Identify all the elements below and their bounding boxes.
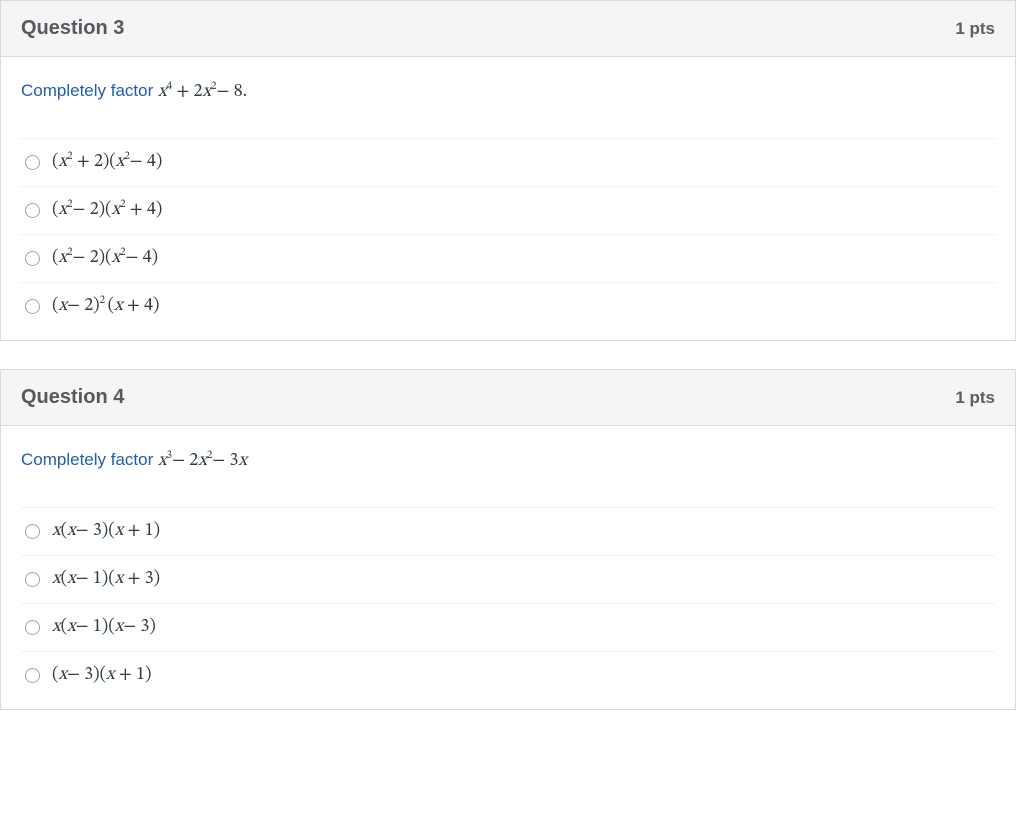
radio-button[interactable]	[25, 668, 40, 683]
question-title: Question 3	[21, 17, 124, 40]
radio-button[interactable]	[25, 299, 40, 314]
question-title: Question 4	[21, 386, 124, 409]
answer-option[interactable]: (x2− 2)(x2 + 4)	[21, 187, 995, 235]
radio-button[interactable]	[25, 524, 40, 539]
answer-option[interactable]: x(x− 1)(x− 3)	[21, 604, 995, 652]
answer-option-text: (x2− 2)(x2− 4)	[52, 247, 158, 270]
answer-option[interactable]: (x2− 2)(x2− 4)	[21, 235, 995, 283]
answer-option-text: x(x− 1)(x + 3)	[52, 568, 160, 591]
answer-option-text: (x− 2)2 (x + 4)	[52, 295, 159, 318]
answer-option[interactable]: (x2 + 2)(x2− 4)	[21, 139, 995, 187]
radio-button[interactable]	[25, 203, 40, 218]
question-block: Question 3 1 pts Completely factor x4 + 2x…	[0, 0, 1016, 341]
question-points: 1 pts	[955, 388, 995, 408]
answer-option[interactable]: (x− 3)(x + 1)	[21, 652, 995, 699]
answer-option[interactable]: x(x− 3)(x + 1)	[21, 508, 995, 556]
answer-option-text: x(x− 3)(x + 1)	[52, 520, 160, 543]
radio-button[interactable]	[25, 155, 40, 170]
question-header: Question 3 1 pts	[1, 1, 1015, 57]
question-prompt: Completely factor x4 + 2x2− 8.	[21, 81, 995, 104]
question-prompt: Completely factor x3− 2x2− 3x	[21, 450, 995, 473]
question-body: Completely factor x3− 2x2− 3x x(x− 3)(x +…	[1, 426, 1015, 709]
question-points: 1 pts	[955, 19, 995, 39]
answer-option-text: (x2 + 2)(x2− 4)	[52, 151, 162, 174]
answer-option-text: x(x− 1)(x− 3)	[52, 616, 156, 639]
answer-option-text: (x2− 2)(x2 + 4)	[52, 199, 162, 222]
radio-button[interactable]	[25, 620, 40, 635]
question-block: Question 4 1 pts Completely factor x3− 2x2…	[0, 369, 1016, 710]
radio-button[interactable]	[25, 251, 40, 266]
answer-option[interactable]: (x− 2)2 (x + 4)	[21, 283, 995, 330]
answer-options: x(x− 3)(x + 1) x(x− 1)(x + 3) x(x− 1)(x− 3…	[21, 507, 995, 699]
question-header: Question 4 1 pts	[1, 370, 1015, 426]
answer-option[interactable]: x(x− 1)(x + 3)	[21, 556, 995, 604]
question-body: Completely factor x4 + 2x2− 8. (x2 + 2)(x…	[1, 57, 1015, 340]
radio-button[interactable]	[25, 572, 40, 587]
answer-option-text: (x− 3)(x + 1)	[52, 664, 151, 687]
answer-options: (x2 + 2)(x2− 4) (x2− 2)(x2 + 4) (x2− 2)(x2…	[21, 138, 995, 330]
